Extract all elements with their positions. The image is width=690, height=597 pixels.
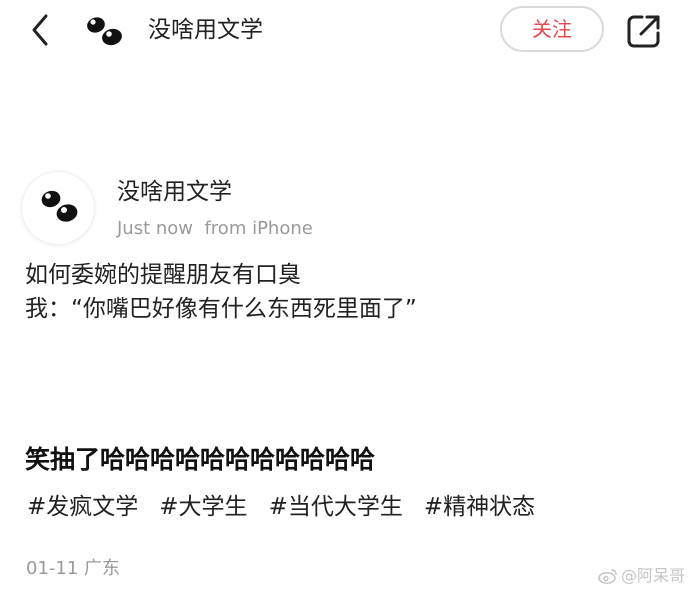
post-meta: Just now from iPhone bbox=[117, 218, 313, 239]
header-avatar[interactable] bbox=[80, 10, 130, 50]
post-date-location: 01-11 广东 bbox=[26, 558, 121, 579]
header-account-name: 没啥用文学 bbox=[148, 17, 263, 43]
hashtag-link[interactable]: #大学生 bbox=[159, 490, 247, 524]
author-name[interactable]: 没啥用文学 bbox=[117, 176, 232, 208]
back-button[interactable] bbox=[22, 10, 58, 50]
hashtag-link[interactable]: #发疯文学 bbox=[27, 490, 138, 524]
chevron-left-icon bbox=[32, 14, 48, 46]
post-caption: 笑抽了哈哈哈哈哈哈哈哈哈哈哈 bbox=[25, 445, 376, 474]
post-body-line: 我：“你嘴巴好像有什么东西死里面了” bbox=[25, 296, 417, 322]
hashtag-list: #发疯文学 #大学生 #当代大学生 #精神状态 bbox=[27, 490, 556, 524]
post-body-line: 如何委婉的提醒朋友有口臭 bbox=[25, 262, 301, 288]
author-avatar[interactable] bbox=[22, 172, 94, 244]
hashtag-link[interactable]: #精神状态 bbox=[424, 490, 535, 524]
blob-eyes-logo-icon bbox=[87, 17, 122, 46]
share-out-icon bbox=[627, 15, 660, 48]
post-body: 如何委婉的提醒朋友有口臭 我：“你嘴巴好像有什么东西死里面了” bbox=[25, 258, 665, 326]
watermark: @阿呆哥 bbox=[598, 565, 685, 587]
watermark-text: @阿呆哥 bbox=[621, 566, 686, 585]
hashtag-link[interactable]: #当代大学生 bbox=[269, 490, 403, 524]
blob-eyes-avatar-icon bbox=[41, 190, 78, 222]
weibo-logo-icon bbox=[598, 569, 617, 584]
follow-button[interactable]: 关注 bbox=[500, 6, 604, 52]
share-button[interactable] bbox=[625, 12, 663, 50]
